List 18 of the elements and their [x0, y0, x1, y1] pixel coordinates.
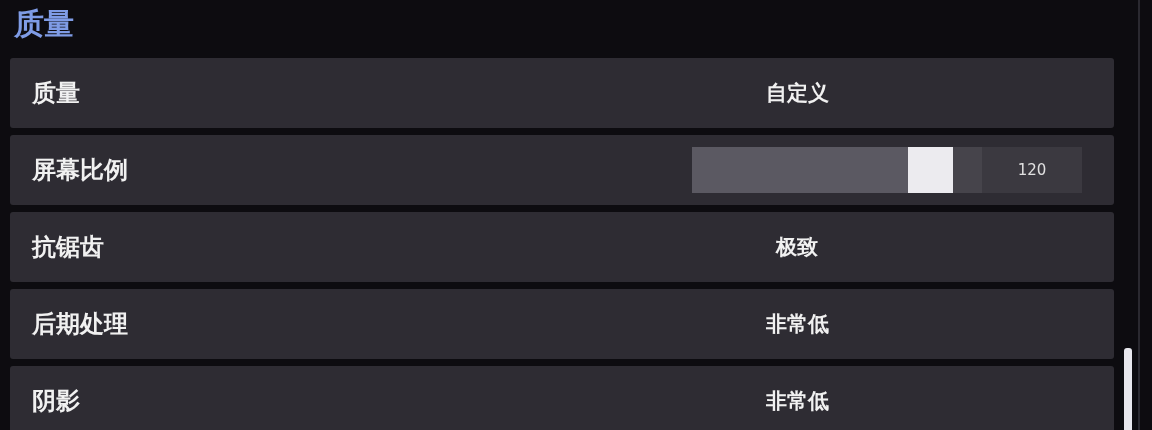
settings-row[interactable]: 阴影 非常低 — [10, 366, 1114, 430]
slider-thumb[interactable] — [907, 147, 953, 193]
setting-label: 抗锯齿 — [30, 232, 105, 263]
setting-label: 屏幕比例 — [31, 155, 129, 186]
settings-row[interactable]: 抗锯齿 极致 — [10, 212, 1114, 282]
setting-value[interactable]: 非常低 — [632, 387, 962, 415]
slider-reading: 120 — [982, 147, 1082, 193]
setting-value[interactable]: 非常低 — [632, 310, 962, 338]
setting-label: 后期处理 — [31, 309, 129, 340]
settings-row[interactable]: 屏幕比例 120 — [10, 135, 1114, 205]
setting-label: 阴影 — [31, 386, 81, 417]
settings-row[interactable]: 后期处理 非常低 — [10, 289, 1114, 359]
setting-value[interactable]: 极致 — [632, 233, 962, 261]
scrollbar-thumb[interactable] — [1124, 348, 1132, 430]
setting-label: 质量 — [31, 78, 81, 109]
setting-value[interactable]: 自定义 — [632, 79, 962, 107]
section-title: 质量 — [13, 5, 75, 43]
settings-row[interactable]: 质量 自定义 — [10, 58, 1114, 128]
